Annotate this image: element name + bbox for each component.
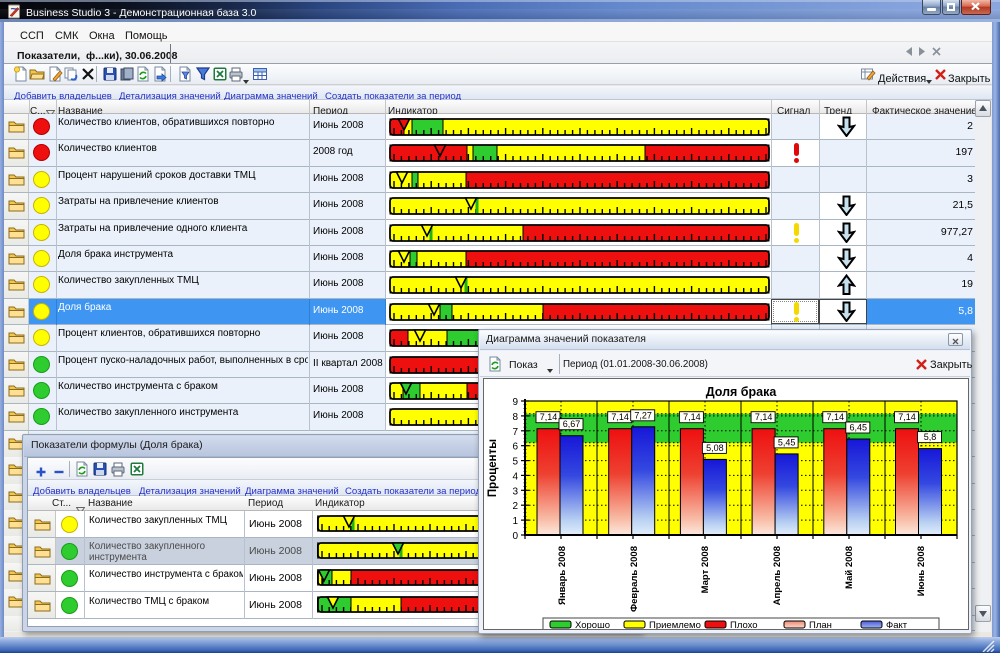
- svg-text:2: 2: [512, 501, 518, 512]
- svg-text:5: 5: [512, 457, 518, 468]
- svg-text:5,45: 5,45: [778, 437, 796, 447]
- svg-text:Февраль 2008: Февраль 2008: [629, 546, 640, 612]
- svg-text:6,45: 6,45: [850, 423, 868, 433]
- svg-text:4: 4: [512, 471, 518, 482]
- svg-text:Приемлемо: Приемлемо: [649, 620, 701, 629]
- svg-text:5,08: 5,08: [706, 443, 724, 453]
- svg-text:5,8: 5,8: [924, 432, 937, 442]
- svg-text:7,14: 7,14: [755, 412, 773, 422]
- svg-text:3: 3: [512, 486, 518, 497]
- svg-text:8: 8: [512, 412, 518, 423]
- svg-text:Факт: Факт: [886, 620, 908, 629]
- svg-text:7,14: 7,14: [540, 412, 558, 422]
- svg-text:Январь 2008: Январь 2008: [557, 546, 568, 605]
- svg-text:7: 7: [512, 427, 518, 438]
- svg-text:6: 6: [512, 442, 518, 453]
- svg-text:План: План: [809, 620, 832, 629]
- svg-text:0: 0: [512, 531, 518, 542]
- svg-text:Март 2008: Март 2008: [700, 546, 711, 593]
- svg-text:Май 2008: Май 2008: [844, 546, 855, 589]
- svg-text:7,14: 7,14: [827, 412, 845, 422]
- svg-text:9: 9: [512, 397, 518, 408]
- svg-text:7,14: 7,14: [683, 412, 701, 422]
- svg-text:7,14: 7,14: [611, 412, 629, 422]
- svg-text:7,14: 7,14: [898, 412, 916, 422]
- svg-text:Хорошо: Хорошо: [575, 620, 610, 629]
- svg-text:1: 1: [512, 516, 518, 527]
- svg-text:Доля брака: Доля брака: [706, 385, 778, 399]
- svg-text:Проценты: Проценты: [487, 439, 499, 497]
- svg-text:Плохо: Плохо: [730, 620, 758, 629]
- svg-text:6,67: 6,67: [563, 419, 581, 429]
- svg-text:Апрель 2008: Апрель 2008: [772, 546, 783, 605]
- svg-text:7,27: 7,27: [634, 410, 652, 420]
- svg-text:Июнь 2008: Июнь 2008: [916, 546, 927, 596]
